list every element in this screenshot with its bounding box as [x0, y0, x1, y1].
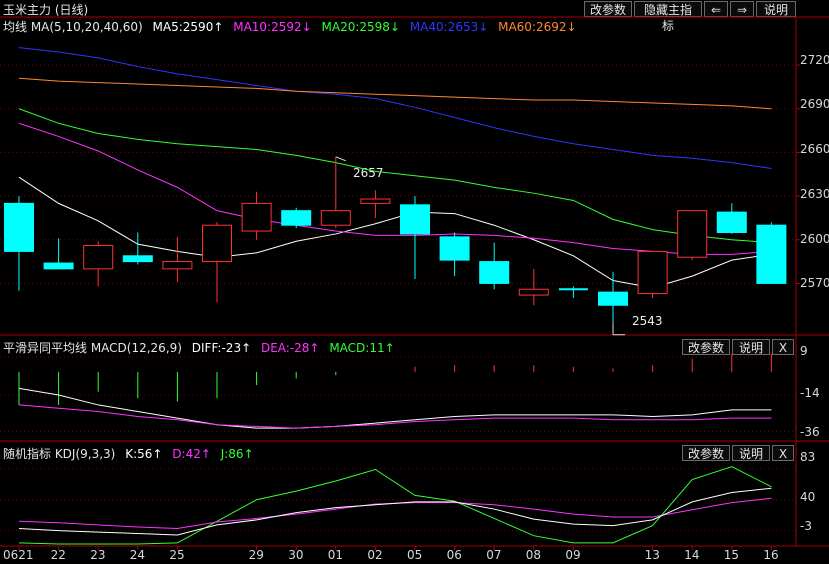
ma40-line: [18, 47, 772, 169]
candle-body: [320, 210, 351, 226]
candle-body: [122, 255, 153, 263]
macd-diff-line: [18, 387, 772, 429]
candle-body: [400, 204, 430, 235]
candle-body: [439, 236, 470, 261]
ma20-line: [18, 108, 772, 244]
candle-body: [162, 261, 193, 270]
candle-body: [241, 202, 272, 232]
candle-body: [4, 202, 34, 252]
candle-body: [281, 210, 312, 226]
candle-body: [518, 288, 549, 296]
candle-body: [202, 224, 232, 263]
ma10-line: [18, 122, 772, 255]
candle-body: [756, 224, 787, 284]
candle-body: [637, 250, 668, 295]
candle-body: [479, 261, 510, 284]
candlestick-chart[interactable]: [0, 0, 829, 564]
kdj-k-line: [18, 487, 772, 536]
kdj-j-line: [18, 466, 772, 545]
candle-body: [360, 198, 391, 204]
kdj-d-line: [18, 497, 772, 529]
high-pointer: [335, 156, 346, 162]
ma60-line: [18, 77, 772, 110]
candle-body: [677, 210, 708, 258]
candle-body: [83, 245, 114, 270]
candle-body: [598, 291, 628, 306]
candle-body: [43, 262, 74, 270]
candle-body: [716, 211, 747, 233]
